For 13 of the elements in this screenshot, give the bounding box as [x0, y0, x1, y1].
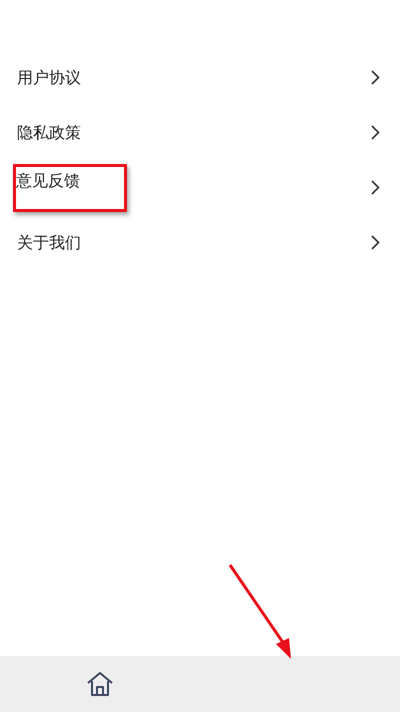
- menu-item[interactable]: 用户协议: [0, 50, 400, 105]
- menu-item[interactable]: 关于我们: [0, 215, 400, 270]
- menu-label: 意见反馈: [13, 164, 127, 212]
- menu-label: 隐私政策: [17, 122, 81, 144]
- menu-item[interactable]: 隐私政策: [0, 105, 400, 160]
- menu-label: 用户协议: [17, 66, 81, 88]
- chevron-icon: [371, 235, 380, 250]
- chevron-icon: [371, 70, 380, 85]
- menu-label: 关于我们: [17, 232, 81, 254]
- chevron-icon: [371, 180, 380, 195]
- chevron-icon: [371, 125, 380, 140]
- menu-item[interactable]: 意见反馈: [0, 160, 400, 215]
- home-icon[interactable]: [86, 670, 114, 698]
